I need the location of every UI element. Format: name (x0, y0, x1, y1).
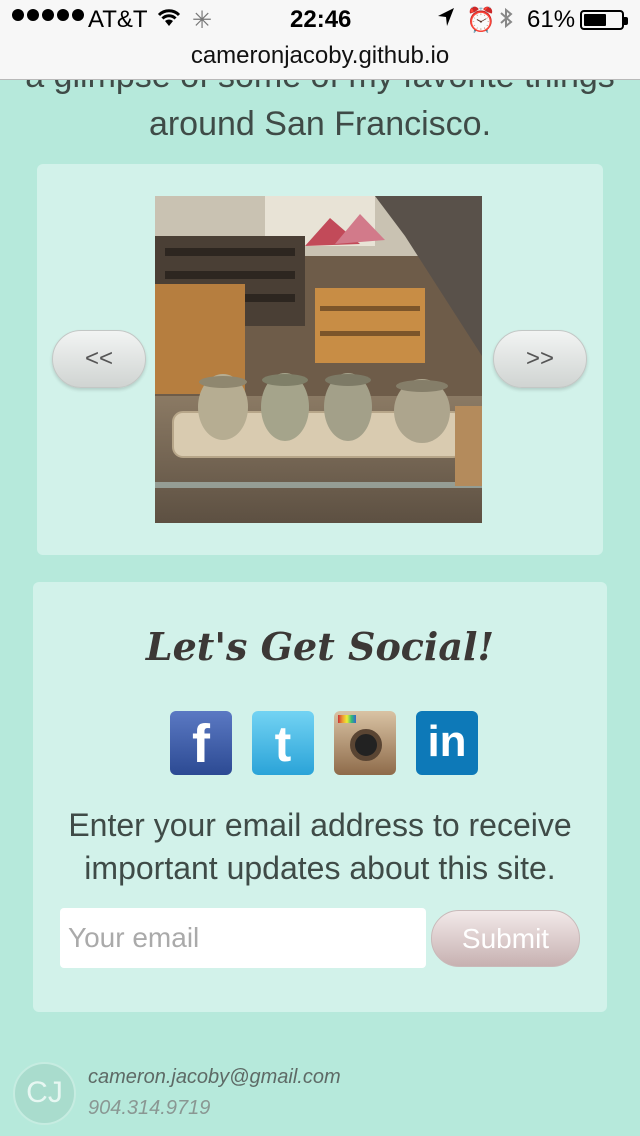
email-input[interactable] (60, 908, 426, 968)
clock-time: 22:46 (290, 6, 352, 33)
linkedin-icon[interactable]: in (416, 711, 478, 775)
submit-button[interactable]: Submit (431, 910, 580, 967)
carousel-photo (155, 196, 482, 523)
footer: CJ cameron.jacoby@gmail.com 904.314.9719 (0, 1040, 640, 1136)
social-heading: Let's Get Social! (145, 624, 495, 669)
location-arrow-icon (436, 6, 456, 35)
intro-line-2: around San Francisco. (148, 105, 492, 143)
photo-carousel: << >> (37, 164, 603, 555)
status-row: AT&T ✳ 22:46 ⏰ 61% (0, 6, 640, 36)
next-button[interactable]: >> (493, 330, 587, 388)
url-bar[interactable]: cameronjacoby.github.io (0, 42, 640, 70)
status-bar: AT&T ✳ 22:46 ⏰ 61% cameronjacoby.github.… (0, 0, 640, 80)
bluetooth-icon (498, 6, 514, 37)
wifi-icon (156, 6, 182, 35)
battery-icon (580, 10, 628, 30)
twitter-icon[interactable]: t (252, 711, 314, 775)
spinner-icon: ✳ (192, 7, 213, 34)
carrier-label: AT&T (88, 6, 148, 33)
instagram-icon[interactable] (334, 711, 396, 775)
footer-phone: 904.314.9719 (88, 1097, 211, 1119)
social-card: Let's Get Social! f t in Enter your emai… (33, 582, 607, 1012)
subscribe-line-1: Enter your email address to receive (68, 807, 572, 843)
signal-dots-icon (12, 9, 84, 21)
facebook-icon[interactable]: f (170, 711, 232, 775)
alarm-icon: ⏰ (466, 7, 496, 34)
avatar: CJ (13, 1062, 76, 1125)
subscribe-text: Enter your email address to receive impo… (33, 804, 607, 890)
social-icons: f t in (170, 711, 478, 775)
footer-email-link[interactable]: cameron.jacoby@gmail.com (88, 1066, 341, 1089)
previous-button[interactable]: << (52, 330, 146, 388)
subscribe-line-2: important updates about this site. (84, 850, 556, 886)
battery-percent: 61% (527, 6, 576, 33)
